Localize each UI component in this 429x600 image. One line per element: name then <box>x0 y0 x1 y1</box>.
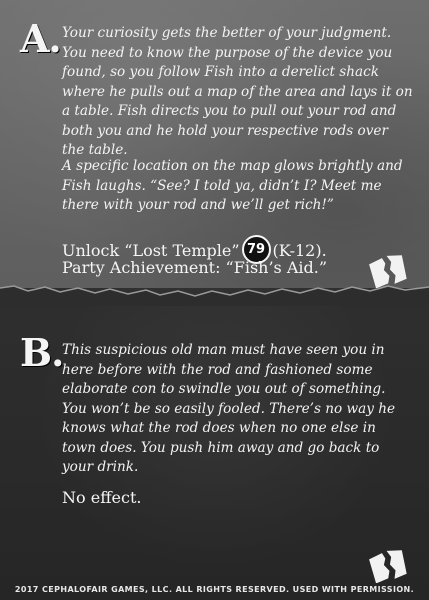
torn-seal-icon <box>369 550 407 583</box>
party-achievement: Party Achievement: “Fish’s Aid.” <box>62 258 328 277</box>
torn-seal-icon <box>369 255 407 288</box>
event-card: A. Your curiosity gets the better of you… <box>0 0 429 600</box>
option-a-paragraph-1: Your curiosity gets the better of your j… <box>62 25 413 158</box>
option-b-outcome: No effect. <box>62 488 142 507</box>
option-b-letter: B. <box>20 330 64 375</box>
option-a-paragraph-2: A specific location on the map glows bri… <box>62 158 403 213</box>
option-b-paragraph-1: This suspicious old man must have seen y… <box>62 342 396 475</box>
copyright-footer: 2017 CEPHALOFAIR GAMES, LLC. ALL RIGHTS … <box>14 585 415 594</box>
option-a-letter: A. <box>20 16 62 61</box>
torn-edge-divider <box>0 285 429 306</box>
